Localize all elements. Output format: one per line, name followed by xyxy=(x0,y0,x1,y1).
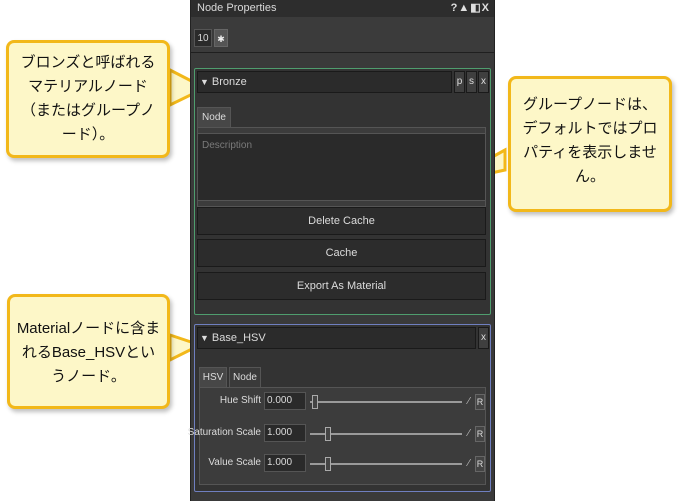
param-label: Saturation Scale xyxy=(187,427,261,438)
delete-cache-button[interactable]: Delete Cache xyxy=(197,207,486,235)
panel-toolbar: 10 ✱ xyxy=(191,17,494,53)
clear-icon[interactable]: ✱ xyxy=(214,29,228,47)
saturation-scale-slider[interactable] xyxy=(310,433,462,435)
max-nodes-field[interactable]: 10 xyxy=(194,29,212,47)
value-scale-slider-thumb[interactable] xyxy=(325,457,331,471)
panel-titlebar: Node Properties ?▲◧X xyxy=(191,0,494,17)
collapse-triangle-icon[interactable]: ▼ xyxy=(200,333,209,343)
param-row-saturation-scale: Saturation Scale 1.000 ⁄ R xyxy=(187,423,486,445)
reset-button[interactable]: R xyxy=(475,456,485,472)
hue-shift-field[interactable]: 0.000 xyxy=(264,392,306,410)
callout-bronze-material: ブロンズと呼ばれるマテリアルノード（またはグループノード）。 xyxy=(6,40,170,158)
keyframe-icon[interactable]: ⁄ xyxy=(464,456,474,472)
hue-shift-slider-thumb[interactable] xyxy=(312,395,318,409)
description-field[interactable]: Description xyxy=(197,133,486,201)
window-controls-icon[interactable]: ?▲◧X xyxy=(451,0,490,17)
tab-node[interactable]: Node xyxy=(197,107,231,127)
pin-button[interactable]: p xyxy=(454,71,465,93)
keyframe-icon[interactable]: ⁄ xyxy=(464,426,474,442)
value-scale-field[interactable]: 1.000 xyxy=(264,454,306,472)
bronze-node-name: Bronze xyxy=(211,76,247,88)
param-label: Value Scale xyxy=(208,457,261,468)
collapse-triangle-icon[interactable]: ▼ xyxy=(200,77,209,87)
bronze-node-section: ▼ Bronze p s x Node Description Delete Ca… xyxy=(194,68,491,315)
hsv-close-button[interactable]: x xyxy=(478,327,489,349)
cache-button[interactable]: Cache xyxy=(197,239,486,267)
reset-button[interactable]: R xyxy=(475,426,485,442)
param-row-value-scale: Value Scale 1.000 ⁄ R xyxy=(199,453,486,475)
hsv-node-name: Base_HSV xyxy=(211,332,266,344)
callout-group-node-properties: グループノードは、デフォルトではプロパティを表示しません。 xyxy=(508,76,672,212)
bronze-node-header[interactable]: ▼ Bronze xyxy=(197,71,452,93)
base-hsv-node-section: ▼ Base_HSV x HSV Node Hue Shift 0.000 ⁄ R… xyxy=(187,324,491,492)
keyframe-icon[interactable]: ⁄ xyxy=(464,394,474,410)
tab-node[interactable]: Node xyxy=(229,367,261,387)
param-label: Hue Shift xyxy=(219,395,261,406)
close-button[interactable]: x xyxy=(478,71,489,93)
value-scale-slider[interactable] xyxy=(310,463,462,465)
callout-base-hsv: Materialノードに含まれるBase_HSVというノード。 xyxy=(7,294,170,409)
export-as-material-button[interactable]: Export As Material xyxy=(197,272,486,300)
tab-hsv[interactable]: HSV xyxy=(199,367,227,387)
select-button[interactable]: s xyxy=(466,71,477,93)
hsv-node-header[interactable]: ▼ Base_HSV xyxy=(197,327,476,349)
saturation-scale-field[interactable]: 1.000 xyxy=(264,424,306,442)
param-row-hue-shift: Hue Shift 0.000 ⁄ R xyxy=(199,391,486,413)
node-properties-panel: Node Properties ?▲◧X 10 ✱ ▼ Bronze p s x … xyxy=(187,0,495,501)
hue-shift-slider[interactable] xyxy=(310,401,462,403)
panel-title: Node Properties xyxy=(197,2,277,14)
reset-button[interactable]: R xyxy=(475,394,485,410)
saturation-scale-slider-thumb[interactable] xyxy=(325,427,331,441)
